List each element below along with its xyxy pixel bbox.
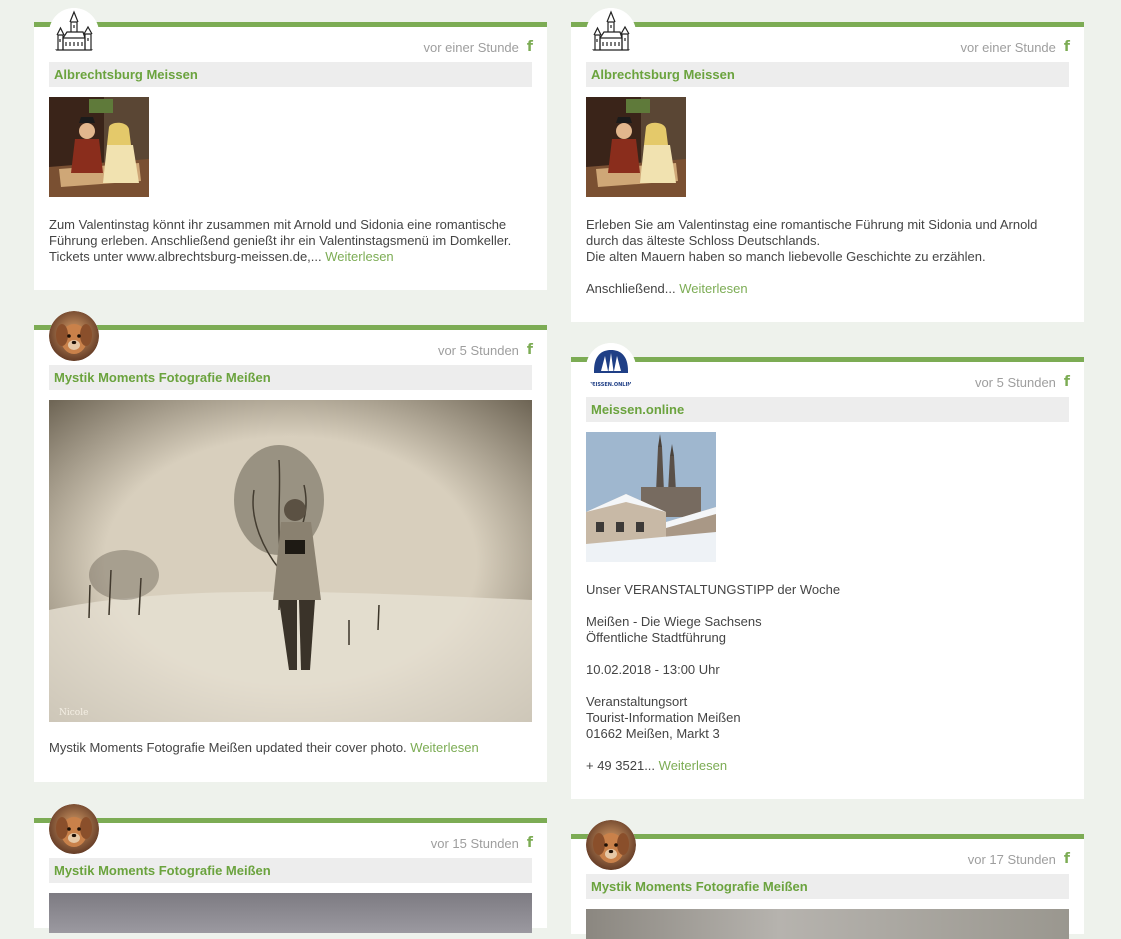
post-meta: vor einer Stunde f xyxy=(424,39,534,55)
read-more-link[interactable]: Weiterlesen xyxy=(659,758,727,773)
facebook-icon[interactable]: f xyxy=(1064,39,1070,55)
post-author[interactable]: Meissen.online xyxy=(586,397,1069,422)
post-meta: vor 5 Stunden f xyxy=(438,342,533,358)
logo-wordmark: MEISSEN.ONLINE xyxy=(587,382,635,388)
post-text: Zum Valentinstag könnt ihr zusammen mit … xyxy=(49,217,533,265)
read-more-link[interactable]: Weiterlesen xyxy=(325,249,393,264)
post-card: vor 5 Stunden f Mystik Moments Fotografi… xyxy=(34,311,547,782)
post-meta: vor einer Stunde f xyxy=(961,39,1071,55)
post-card: vor einer Stunde f Albrechtsburg Meissen… xyxy=(34,8,547,290)
post-image[interactable] xyxy=(586,432,716,562)
post-meta: vor 5 Stunden f xyxy=(975,374,1070,390)
post-time: vor 5 Stunden xyxy=(437,342,519,358)
castle-logo-icon[interactable] xyxy=(49,8,99,58)
read-more-link[interactable]: Weiterlesen xyxy=(410,740,478,755)
post-card: vor einer Stunde f Albrechtsburg Meissen… xyxy=(571,8,1084,322)
post-author[interactable]: Mystik Moments Fotografie Meißen xyxy=(49,858,532,883)
post-author[interactable]: Albrechtsburg Meissen xyxy=(586,62,1069,87)
post-text-content: Erleben Sie am Valentinstag eine romanti… xyxy=(586,217,1038,296)
post-text-content: Unser VERANSTALTUNGSTIPP der Woche Meiße… xyxy=(586,582,841,773)
post-card: vor 15 Stunden f Mystik Moments Fotograf… xyxy=(34,804,547,933)
post-text: Unser VERANSTALTUNGSTIPP der Woche Meiße… xyxy=(586,582,1070,774)
facebook-icon[interactable]: f xyxy=(1064,851,1070,867)
post-time: vor 5 Stunden xyxy=(974,374,1056,390)
castle-logo-icon[interactable] xyxy=(586,8,636,58)
post-image[interactable] xyxy=(586,97,686,197)
post-author[interactable]: Mystik Moments Fotografie Meißen xyxy=(49,365,532,390)
post-time: vor 15 Stunden xyxy=(430,835,519,851)
post-author[interactable]: Mystik Moments Fotografie Meißen xyxy=(586,874,1069,899)
post-text-content: Zum Valentinstag könnt ihr zusammen mit … xyxy=(49,217,512,264)
post-image[interactable] xyxy=(49,97,149,197)
facebook-icon[interactable]: f xyxy=(527,39,533,55)
read-more-link[interactable]: Weiterlesen xyxy=(679,281,747,296)
image-signature: Nicole xyxy=(59,708,88,718)
post-image[interactable] xyxy=(586,909,1069,939)
post-image[interactable] xyxy=(49,893,532,933)
facebook-icon[interactable]: f xyxy=(1064,374,1070,390)
facebook-icon[interactable]: f xyxy=(527,342,533,358)
facebook-icon[interactable]: f xyxy=(527,835,533,851)
post-time: vor 17 Stunden xyxy=(967,851,1056,867)
post-text-content: Mystik Moments Fotografie Meißen updated… xyxy=(49,740,411,755)
dog-portrait-avatar[interactable] xyxy=(49,311,99,361)
post-time: vor einer Stunde xyxy=(423,39,519,55)
post-author[interactable]: Albrechtsburg Meissen xyxy=(49,62,532,87)
post-image[interactable]: Nicole xyxy=(49,400,532,722)
post-meta: vor 15 Stunden f xyxy=(431,835,533,851)
post-card: MEISSEN.ONLINE vor 5 Stunden f Meissen.o… xyxy=(571,343,1084,799)
meissen-online-logo-icon[interactable]: MEISSEN.ONLINE xyxy=(586,343,636,393)
dog-portrait-avatar[interactable] xyxy=(586,820,636,870)
post-time: vor einer Stunde xyxy=(960,39,1056,55)
post-meta: vor 17 Stunden f xyxy=(968,851,1070,867)
dog-portrait-avatar[interactable] xyxy=(49,804,99,854)
post-card: vor 17 Stunden f Mystik Moments Fotograf… xyxy=(571,820,1084,939)
post-text: Erleben Sie am Valentinstag eine romanti… xyxy=(586,217,1070,297)
post-text: Mystik Moments Fotografie Meißen updated… xyxy=(49,740,533,756)
